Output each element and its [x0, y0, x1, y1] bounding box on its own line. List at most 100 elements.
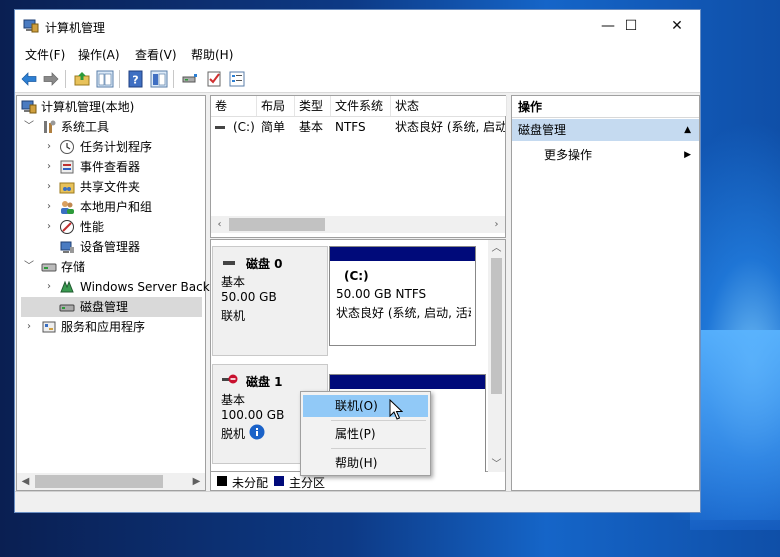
cell-volume: (C:)	[233, 120, 255, 134]
disk-0-type: 基本	[221, 275, 246, 289]
context-menu-separator	[331, 420, 426, 421]
actions-section-disk-management[interactable]: 磁盘管理 ▲	[512, 119, 699, 141]
title-bar: 计算机管理 — ☐ ✕	[15, 10, 700, 43]
tree-label: 磁盘管理	[80, 300, 129, 314]
performance-icon	[60, 220, 74, 234]
computer-management-icon	[23, 19, 39, 33]
window-title: 计算机管理	[45, 21, 106, 35]
scroll-left-icon[interactable]: ‹	[211, 216, 228, 233]
column-header-type[interactable]: 类型	[295, 96, 331, 116]
scroll-left-icon[interactable]: ◀	[17, 473, 34, 490]
collapse-up-icon[interactable]: ▲	[684, 119, 691, 141]
header-divider	[211, 116, 505, 117]
disk-0-name: 磁盘 0	[246, 257, 283, 271]
help-icon[interactable]: ?	[127, 70, 145, 88]
context-menu-help[interactable]: 帮助(H)	[303, 452, 428, 474]
chevron-right-icon[interactable]: ›	[43, 277, 55, 297]
chevron-right-icon[interactable]: ›	[43, 137, 55, 157]
menu-view[interactable]: 查看(V)	[135, 46, 177, 63]
volume-horizontal-scrollbar[interactable]: ‹ ›	[211, 216, 505, 233]
legend-unallocated-label: 未分配	[232, 476, 269, 490]
volume-icon	[215, 126, 225, 129]
storage-icon	[41, 263, 57, 272]
menu-file[interactable]: 文件(F)	[25, 46, 65, 63]
chevron-right-icon[interactable]: ›	[23, 317, 35, 337]
maximize-button[interactable]: ☐	[608, 10, 654, 42]
partition-c[interactable]: (C:) 50.00 GB NTFS 状态良好 (系统, 启动, 活动	[329, 246, 476, 346]
tree-item-disk-management[interactable]: 磁盘管理	[21, 297, 202, 317]
tree-label: 存储	[61, 260, 86, 274]
properties-icon[interactable]	[228, 70, 246, 88]
disk-0-size: 50.00 GB	[221, 290, 277, 304]
mouse-cursor-icon	[389, 399, 403, 420]
table-row[interactable]: (C:) 简单 基本 NTFS 状态良好 (系统, 启动	[211, 118, 505, 136]
shared-folder-icon	[59, 182, 75, 194]
chevron-right-icon[interactable]: ›	[43, 177, 55, 197]
disk-vertical-scrollbar[interactable]: ︿ ﹀	[488, 240, 505, 473]
actions-panel: 操作 磁盘管理 ▲ 更多操作 ▶	[511, 95, 700, 491]
actions-section-label: 磁盘管理	[518, 123, 567, 137]
scroll-thumb[interactable]	[229, 218, 325, 231]
desktop-glow-lower	[690, 330, 780, 530]
disk-1-state: 脱机	[221, 427, 246, 441]
disk-offline-icon	[222, 374, 238, 384]
chevron-down-icon[interactable]: ﹀	[23, 117, 35, 137]
show-console-icon[interactable]	[150, 70, 168, 88]
status-bar	[15, 491, 700, 512]
backup-icon	[60, 280, 74, 293]
services-icon	[42, 321, 56, 333]
tree-label: 事件查看器	[80, 160, 141, 174]
legend-primary-swatch	[274, 476, 284, 486]
show-tree-icon[interactable]	[96, 70, 114, 88]
toolbar-separator	[173, 70, 174, 88]
volume-list-panel: 卷 布局 类型 文件系统 状态 (C:) 简单 基本 NTFS 状态良好 (系统…	[210, 95, 507, 238]
check-icon[interactable]	[205, 70, 223, 88]
disk-1-name: 磁盘 1	[246, 375, 283, 389]
menu-help[interactable]: 帮助(H)	[191, 46, 233, 63]
tree-label: 计算机管理(本地)	[41, 100, 135, 114]
cell-filesystem: NTFS	[335, 120, 366, 134]
partition-c-label: (C:)	[344, 269, 369, 283]
tree-label: 服务和应用程序	[61, 320, 146, 334]
scroll-up-icon[interactable]: ︿	[488, 240, 505, 257]
chevron-right-icon[interactable]: ›	[43, 157, 55, 177]
chevron-right-icon[interactable]: ›	[43, 197, 55, 217]
disk-0-info[interactable]: 磁盘 0 基本 50.00 GB 联机	[212, 246, 328, 356]
back-arrow-icon[interactable]	[20, 70, 38, 88]
column-header-layout[interactable]: 布局	[257, 96, 295, 116]
scroll-thumb[interactable]	[491, 258, 502, 394]
disk-management-icon	[59, 304, 75, 312]
menu-bar: 文件(F) 操作(A) 查看(V) 帮助(H)	[15, 43, 700, 65]
tree-label: 性能	[80, 220, 105, 234]
column-header-status[interactable]: 状态	[391, 96, 507, 116]
legend-primary-label: 主分区	[289, 476, 326, 490]
toolbar: ?	[15, 65, 700, 93]
scroll-thumb[interactable]	[35, 475, 163, 488]
tree-label: 本地用户和组	[80, 200, 153, 214]
tree-label: 共享文件夹	[80, 180, 141, 194]
computer-management-icon	[21, 100, 37, 114]
menu-action[interactable]: 操作(A)	[78, 46, 120, 63]
connect-icon[interactable]	[181, 70, 199, 88]
partition-bar	[330, 247, 475, 261]
tree-horizontal-scrollbar[interactable]: ◀ ▶	[17, 473, 205, 490]
forward-arrow-icon[interactable]	[42, 70, 60, 88]
users-icon	[61, 201, 74, 214]
chevron-right-icon[interactable]: ›	[43, 217, 55, 237]
scroll-down-icon[interactable]: ﹀	[488, 456, 505, 473]
context-menu-online[interactable]: 联机(O)	[303, 395, 428, 417]
up-folder-icon[interactable]	[73, 70, 91, 88]
context-menu-properties[interactable]: 属性(P)	[303, 423, 428, 445]
tree-label: 设备管理器	[80, 240, 141, 254]
clock-icon	[60, 140, 74, 154]
column-header-filesystem[interactable]: 文件系统	[331, 96, 391, 116]
column-header-volume[interactable]: 卷	[211, 96, 257, 116]
close-button[interactable]: ✕	[654, 10, 700, 42]
toolbar-separator	[119, 70, 120, 88]
info-icon[interactable]	[249, 424, 265, 440]
scroll-right-icon[interactable]: ▶	[188, 473, 205, 490]
more-actions-item[interactable]: 更多操作 ▶	[512, 144, 699, 166]
cell-layout: 简单	[261, 120, 286, 134]
scroll-right-icon[interactable]: ›	[488, 216, 505, 233]
chevron-down-icon[interactable]: ﹀	[23, 257, 35, 277]
